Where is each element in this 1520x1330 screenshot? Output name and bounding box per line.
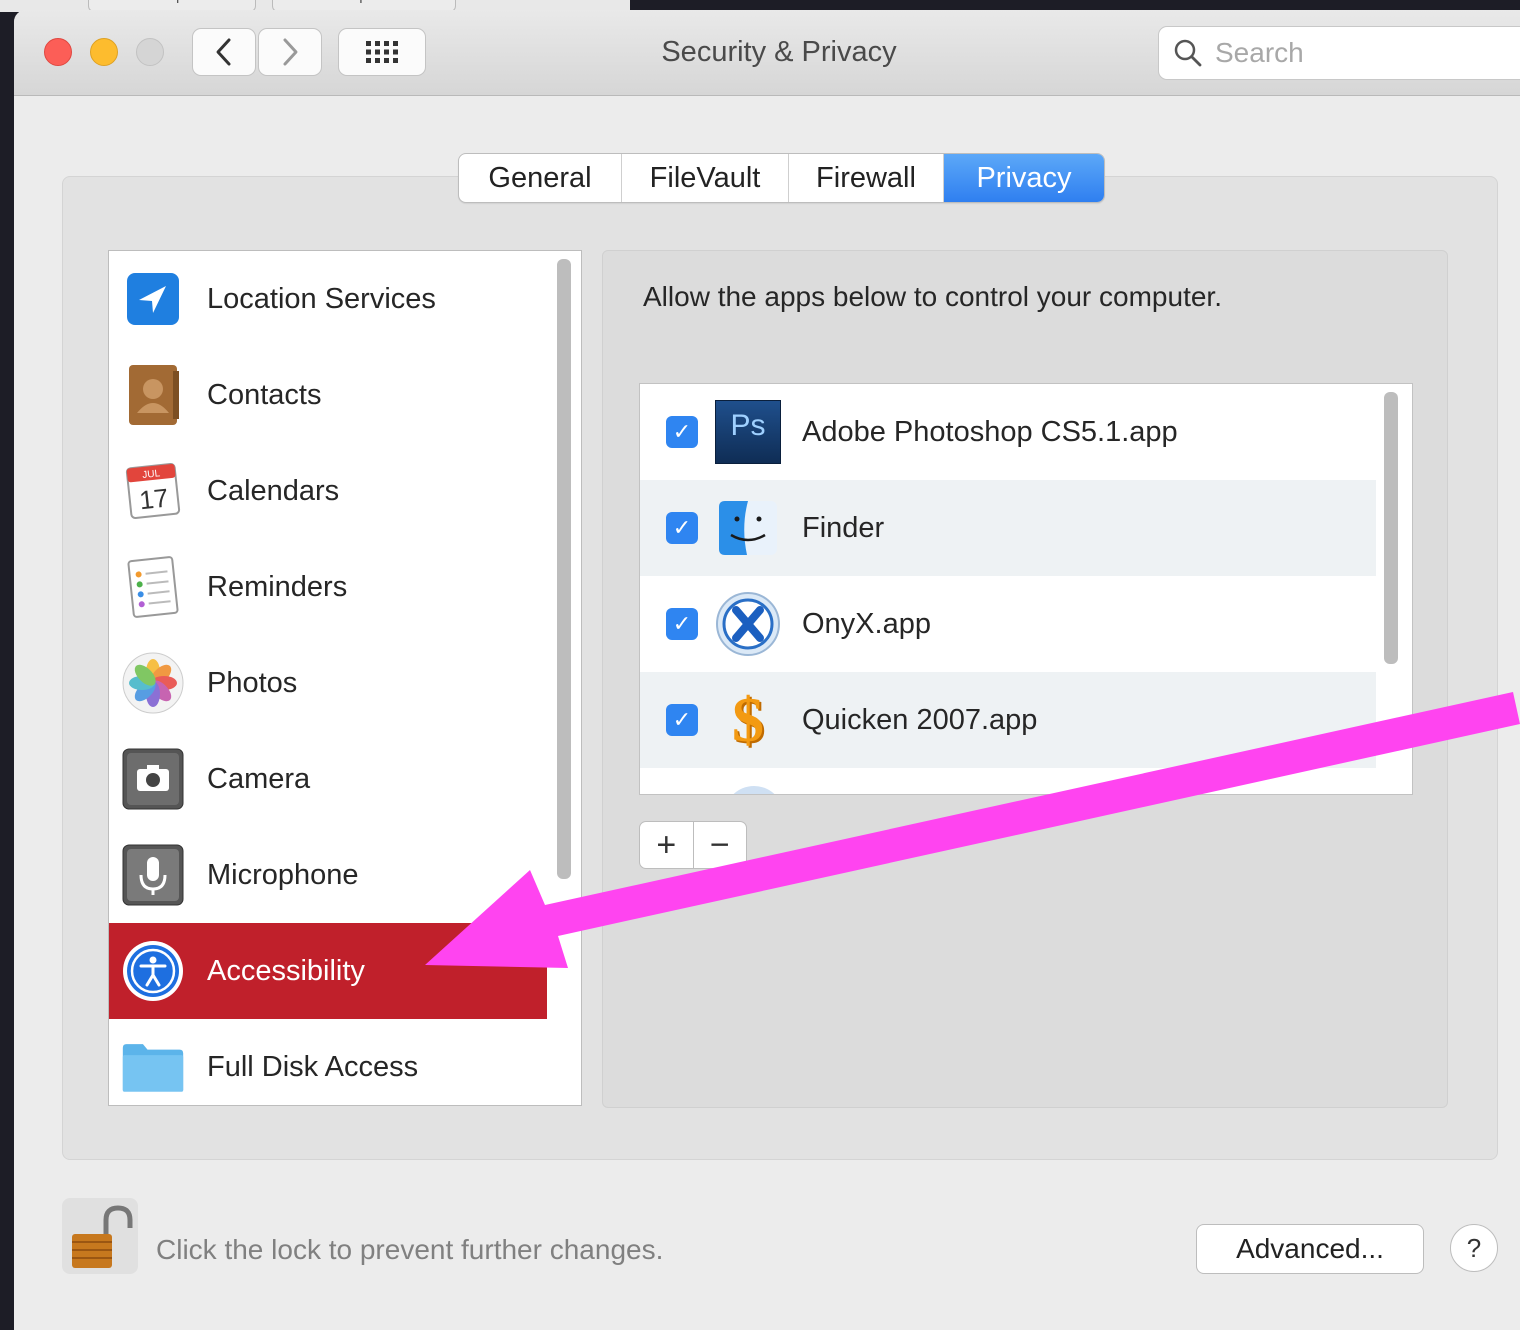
app-name: Quicken 2007.app: [802, 703, 1038, 736]
list-item-label: Location Services: [207, 282, 436, 315]
minimize-button[interactable]: [90, 38, 118, 66]
reminders-icon: [121, 555, 185, 619]
chevron-left-icon: [216, 38, 231, 66]
list-item-accessibility[interactable]: Accessibility: [109, 923, 547, 1019]
search-input[interactable]: [1213, 36, 1517, 70]
tab-firewall[interactable]: Firewall: [789, 154, 944, 202]
window-title: Security & Privacy: [661, 36, 897, 68]
microphone-icon: [121, 843, 185, 907]
list-item-label: Accessibility: [207, 954, 365, 987]
list-item-label: Contacts: [207, 378, 322, 411]
advanced-button[interactable]: Advanced...: [1196, 1224, 1424, 1274]
app-row-partial: [640, 768, 1376, 794]
list-item-contacts[interactable]: Contacts: [109, 347, 547, 443]
app-checkbox[interactable]: ✓: [666, 512, 698, 544]
photos-flower-icon: [121, 651, 185, 715]
tab-filevault[interactable]: FileVault: [622, 154, 789, 202]
location-arrow-icon: [121, 267, 185, 331]
add-app-button[interactable]: +: [640, 822, 694, 868]
app-row-quicken[interactable]: ✓ $ Quicken 2007.app: [640, 672, 1376, 768]
list-scrollbar[interactable]: [557, 259, 571, 879]
app-row-onyx[interactable]: ✓ OnyX.app: [640, 576, 1376, 672]
list-item-reminders[interactable]: Reminders: [109, 539, 547, 635]
photoshop-icon: Ps: [714, 398, 782, 466]
app-list-scrollbar[interactable]: [1384, 392, 1398, 664]
list-item-label: Full Disk Access: [207, 1050, 419, 1083]
search-field[interactable]: [1158, 26, 1520, 80]
list-item-photos[interactable]: Photos: [109, 635, 547, 731]
lock-status-text: Click the lock to prevent further change…: [156, 1234, 664, 1265]
accessibility-detail-pane: Allow the apps below to control your com…: [602, 250, 1448, 1108]
photoshop-logo-text: Ps: [715, 400, 781, 464]
contacts-book-icon: [121, 363, 185, 427]
chevron-right-icon: [283, 38, 298, 66]
app-name: OnyX.app: [802, 607, 931, 640]
calendar-month-text: JUL: [142, 468, 161, 481]
add-remove-control: + −: [639, 821, 747, 869]
list-item-label: Reminders: [207, 570, 348, 603]
calendar-icon: JUL 17: [121, 459, 185, 523]
list-item-label: Calendars: [207, 474, 340, 507]
onyx-icon: [714, 590, 782, 658]
unlocked-padlock-icon: [72, 1205, 133, 1268]
app-checkbox[interactable]: ✓: [666, 416, 698, 448]
remove-app-button[interactable]: −: [694, 822, 747, 868]
app-checkbox[interactable]: ✓: [666, 704, 698, 736]
app-name: Finder: [802, 511, 885, 544]
list-item-calendars[interactable]: JUL 17 Calendars: [109, 443, 547, 539]
app-row-photoshop[interactable]: ✓ Ps Adobe Photoshop CS5.1.app: [640, 384, 1376, 480]
show-all-button[interactable]: [338, 28, 426, 76]
back-button[interactable]: [192, 28, 256, 76]
tab-bar: General FileVault Firewall Privacy: [458, 153, 1105, 203]
tab-privacy[interactable]: Privacy: [944, 154, 1104, 202]
accessibility-icon: [121, 939, 185, 1003]
camera-icon: [121, 747, 185, 811]
calendar-day-text: 17: [138, 483, 170, 516]
search-icon: [1174, 39, 1202, 67]
list-item-camera[interactable]: Camera: [109, 731, 547, 827]
title-bar: Security & Privacy: [14, 10, 1520, 96]
folder-icon: [121, 1035, 185, 1099]
finder-icon: [714, 494, 782, 562]
security-privacy-window: Security & Privacy General FileVault Fir…: [14, 10, 1520, 1330]
grid-icon: [366, 41, 398, 63]
tab-general[interactable]: General: [459, 154, 622, 202]
help-button[interactable]: ?: [1450, 1224, 1498, 1272]
app-list: ✓ Ps Adobe Photoshop CS5.1.app ✓ Finder …: [639, 383, 1413, 795]
close-button[interactable]: [44, 38, 72, 66]
app-partial-icon: [724, 786, 784, 794]
zoom-button[interactable]: [136, 38, 164, 66]
quicken-icon: $: [732, 684, 764, 755]
detail-description: Allow the apps below to control your com…: [643, 281, 1222, 312]
app-checkbox[interactable]: ✓: [666, 608, 698, 640]
forward-button[interactable]: [258, 28, 322, 76]
list-item-microphone[interactable]: Microphone: [109, 827, 547, 923]
privacy-category-list: Location Services Contacts JUL 17 Calenda…: [108, 250, 582, 1106]
app-name: Adobe Photoshop CS5.1.app: [802, 415, 1178, 448]
list-item-label: Microphone: [207, 858, 359, 891]
list-item-label: Camera: [207, 762, 311, 795]
app-row-finder[interactable]: ✓ Finder: [640, 480, 1376, 576]
list-item-location-services[interactable]: Location Services: [109, 251, 547, 347]
list-item-full-disk-access[interactable]: Full Disk Access: [109, 1019, 547, 1105]
lock-button[interactable]: [62, 1198, 138, 1274]
list-item-label: Photos: [207, 666, 298, 699]
